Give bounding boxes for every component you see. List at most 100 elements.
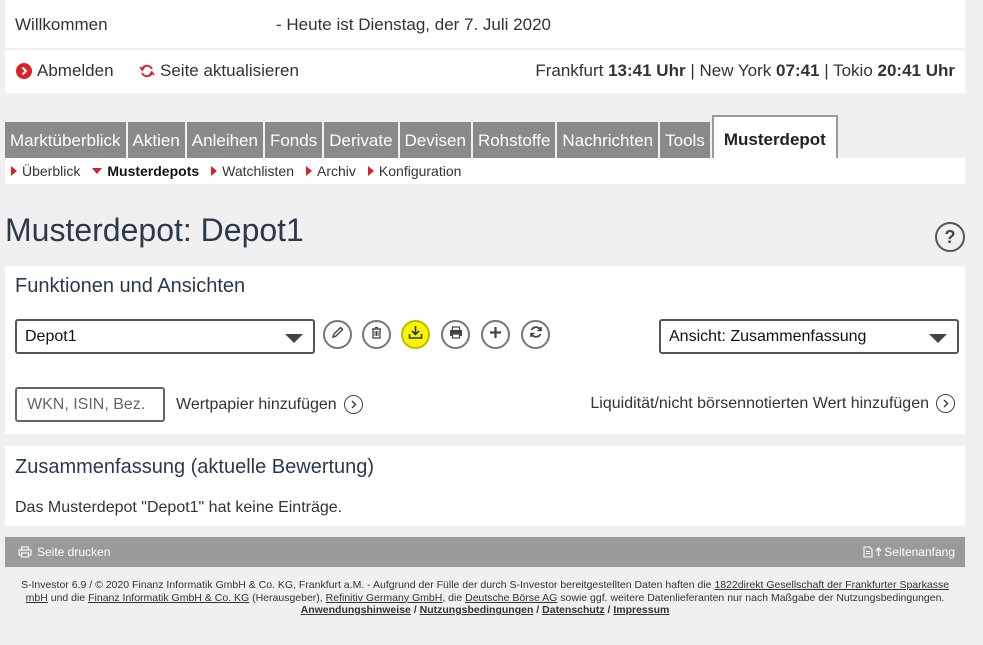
legal-notice: S-Investor 6.9 / © 2020 Finanz Informati… — [20, 579, 950, 617]
world-clock: Frankfurt 13:41 Uhr | New York 07:41 | T… — [535, 61, 955, 81]
triangle-right-icon — [367, 166, 374, 176]
tab-musterdepot[interactable]: Musterdepot — [711, 115, 838, 158]
print-button[interactable] — [441, 320, 470, 349]
newyork-time: 07:41 — [776, 61, 820, 80]
legal-text: und die — [50, 591, 86, 604]
action-bar: Abmelden Seite aktualisieren Frankfurt 1… — [5, 50, 965, 93]
tab-tools[interactable]: Tools — [660, 122, 710, 158]
back-to-top-label: Seitenanfang — [884, 545, 955, 559]
summary-heading: Zusammenfassung (aktuelle Bewertung) — [15, 456, 375, 478]
legal-text: , die — [442, 591, 463, 604]
legal-text: (Herausgeber), — [252, 591, 323, 604]
refresh-icon — [139, 63, 155, 79]
tab-derivate[interactable]: Derivate — [324, 122, 398, 158]
legal-text: S-Investor 6.9 / © 2020 Finanz Informati… — [20, 579, 712, 591]
footer-bar: Seite drucken Seitenanfang — [5, 537, 965, 567]
refresh-label: Seite aktualisieren — [160, 61, 299, 80]
tab-anleihen[interactable]: Anleihen — [186, 122, 263, 158]
link-anwendungshinweise[interactable]: Anwendungshinweise — [301, 604, 411, 616]
sync-icon — [528, 324, 544, 345]
tab-rohstoffe[interactable]: Rohstoffe — [472, 122, 556, 158]
welcome-bar: Willkommen - Heute ist Dienstag, der 7. … — [5, 0, 965, 48]
legal-link-finanz-informatik[interactable]: Finanz Informatik GmbH & Co. KG — [88, 592, 249, 604]
legal-link-deutsche-boerse[interactable]: Deutsche Börse AG — [465, 592, 557, 604]
chevron-right-circle-icon — [343, 395, 363, 414]
triangle-right-icon — [306, 166, 312, 176]
welcome-text: Willkommen — [15, 15, 108, 34]
page-title: Musterdepot: Depot1 — [5, 212, 304, 248]
subnav-label: Watchlisten — [222, 163, 294, 179]
triangle-right-icon — [211, 166, 218, 176]
help-button[interactable]: ? — [935, 222, 965, 252]
newyork-label: New York — [699, 61, 772, 80]
view-select-value: Ansicht: Zusammenfassung — [669, 327, 867, 345]
tab-nachrichten[interactable]: Nachrichten — [557, 122, 659, 158]
back-to-top-link[interactable]: Seitenanfang — [863, 545, 955, 559]
edit-button[interactable] — [323, 320, 352, 349]
link-nutzungsbedingungen[interactable]: Nutzungsbedingungen — [420, 604, 534, 616]
subnav-label: Konfiguration — [378, 163, 462, 179]
summary-panel: Zusammenfassung (aktuelle Bewertung) Das… — [5, 446, 965, 526]
tab-marktueberblick[interactable]: Marktüberblick — [5, 122, 126, 158]
empty-message: Das Musterdepot "Depot1" hat keine Eintr… — [15, 499, 343, 516]
printer-icon — [18, 546, 32, 558]
document-icon — [863, 546, 873, 558]
separator: | — [824, 61, 829, 80]
date-text: - Heute ist Dienstag, der 7. Juli 2020 — [276, 15, 551, 34]
logout-link[interactable]: Abmelden — [16, 61, 114, 81]
chevron-down-icon — [929, 334, 947, 343]
legal-link-refinitiv[interactable]: Refinitiv Germany GmbH — [326, 592, 443, 604]
triangle-down-icon — [92, 168, 103, 174]
functions-panel: Funktionen und Ansichten Depot1 Ansicht:… — [5, 266, 965, 434]
add-security-label: Wertpapier hinzufügen — [176, 395, 337, 413]
pencil-icon — [330, 325, 345, 345]
add-button[interactable] — [481, 320, 510, 349]
depot-select[interactable]: Depot1 — [15, 319, 315, 354]
trash-icon — [369, 325, 384, 345]
tab-fonds[interactable]: Fonds — [264, 122, 323, 158]
main-tabs: Marktüberblick Aktien Anleihen Fonds Der… — [5, 115, 840, 158]
view-select[interactable]: Ansicht: Zusammenfassung — [659, 319, 959, 354]
frankfurt-time: 13:41 Uhr — [608, 61, 686, 80]
refresh-link[interactable]: Seite aktualisieren — [139, 61, 299, 81]
subnav-ueberblick[interactable]: Überblick — [11, 163, 80, 179]
footer-links: Anwendungshinweise / Nutzungsbedingungen… — [300, 604, 670, 616]
functions-heading: Funktionen und Ansichten — [15, 275, 246, 297]
subnav-watchlisten[interactable]: Watchlisten — [211, 163, 294, 179]
subnav-label: Musterdepots — [107, 163, 200, 179]
legal-text: sowie ggf. weitere Datenlieferanten nur … — [560, 591, 945, 604]
tokio-label: Tokio — [833, 61, 873, 80]
subnav-label: Archiv — [317, 163, 356, 179]
logout-icon — [16, 63, 32, 79]
logout-label: Abmelden — [37, 61, 114, 80]
tab-aktien[interactable]: Aktien — [127, 122, 185, 158]
subnav-musterdepots[interactable]: Musterdepots — [92, 163, 199, 179]
add-security-link[interactable]: Wertpapier hinzufügen — [176, 395, 363, 414]
subnav-konfiguration[interactable]: Konfiguration — [367, 163, 462, 179]
triangle-right-icon — [11, 166, 17, 176]
depot-select-value: Depot1 — [25, 327, 77, 345]
chevron-down-icon — [285, 334, 303, 343]
subnav-archiv[interactable]: Archiv — [306, 163, 356, 179]
tokio-time: 20:41 Uhr — [877, 61, 955, 80]
sub-navigation: Überblick Musterdepots Watchlisten Archi… — [5, 158, 965, 184]
add-liquidity-link[interactable]: Liquidität/nicht börsennotierten Wert hi… — [590, 394, 955, 413]
printer-icon — [448, 325, 464, 345]
sync-button[interactable] — [521, 320, 550, 349]
subnav-label: Überblick — [22, 163, 81, 179]
link-datenschutz[interactable]: Datenschutz — [542, 604, 604, 616]
download-icon — [407, 324, 424, 346]
arrow-up-icon — [875, 547, 882, 557]
link-impressum[interactable]: Impressum — [613, 604, 669, 616]
download-button[interactable] — [401, 320, 430, 349]
print-page-link[interactable]: Seite drucken — [18, 545, 110, 559]
separator: | — [690, 61, 695, 80]
tab-devisen[interactable]: Devisen — [399, 122, 471, 158]
add-liquidity-label: Liquidität/nicht börsennotierten Wert hi… — [590, 394, 929, 412]
security-search-input[interactable] — [15, 387, 165, 422]
print-page-label: Seite drucken — [37, 545, 111, 559]
plus-icon — [488, 325, 503, 345]
frankfurt-label: Frankfurt — [535, 61, 604, 80]
delete-button[interactable] — [362, 320, 391, 349]
chevron-right-circle-icon — [936, 394, 955, 413]
